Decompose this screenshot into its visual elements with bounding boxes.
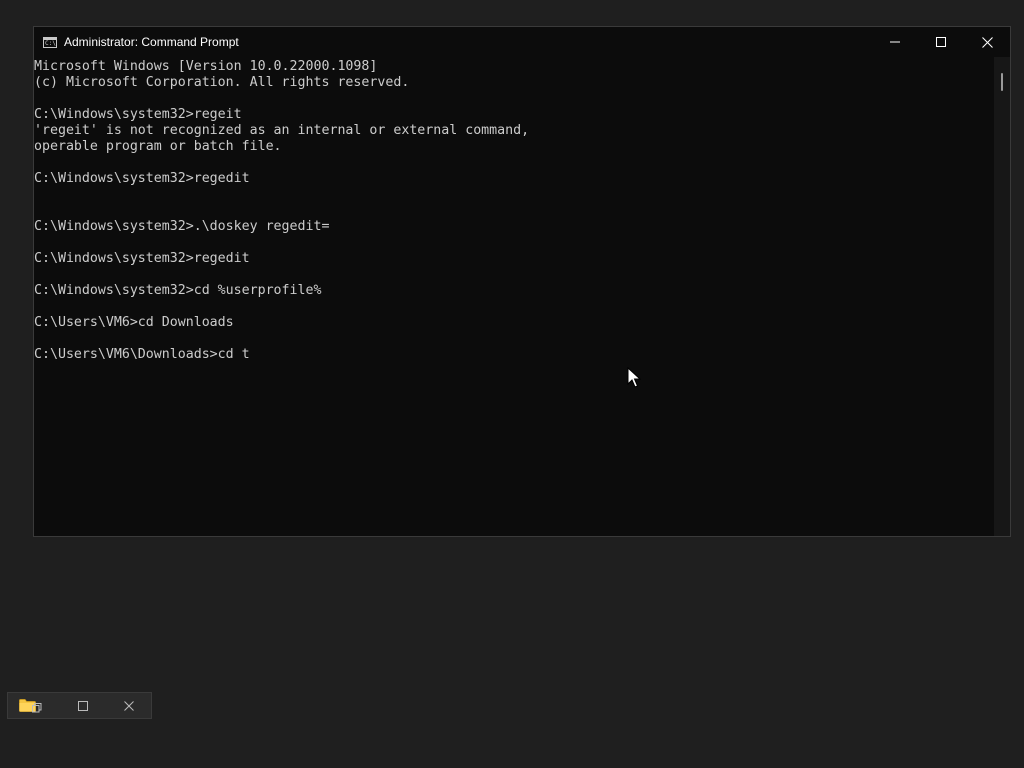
maximize-icon	[936, 37, 946, 47]
console-line: Microsoft Windows [Version 10.0.22000.10…	[34, 59, 378, 74]
console-line: C:\Windows\system32>.\doskey regedit=	[34, 219, 330, 234]
maximize-button[interactable]	[918, 27, 964, 57]
console-prompt-line[interactable]: C:\Users\VM6\Downloads>cd t	[34, 347, 994, 363]
desktop: C:\ Administrator: Command Prompt Micros…	[0, 0, 1024, 768]
console-line: C:\Windows\system32>regeit	[34, 107, 242, 122]
maximize-icon	[78, 700, 88, 711]
console-line: C:\Users\VM6>cd Downloads	[34, 315, 234, 330]
mouse-cursor-icon	[627, 367, 641, 388]
close-button[interactable]	[964, 27, 1010, 57]
minimize-icon	[890, 41, 900, 43]
minimized-window-thumbnail[interactable]	[7, 692, 152, 719]
close-icon	[981, 36, 993, 48]
cmd-icon: C:\	[43, 36, 57, 48]
window-controls	[872, 27, 1010, 57]
console-line: (c) Microsoft Corporation. All rights re…	[34, 75, 410, 90]
window-title: Administrator: Command Prompt	[64, 35, 239, 49]
console-line: C:\Windows\system32>regedit	[34, 251, 250, 266]
console-line: C:\Windows\system32>regedit	[34, 171, 250, 186]
console-line: 'regeit' is not recognized as an interna…	[34, 123, 530, 138]
cmd-icon-glyph: C:\	[45, 39, 56, 47]
restore-icon	[31, 702, 41, 712]
title-bar[interactable]: C:\ Administrator: Command Prompt	[34, 27, 1010, 57]
console-line: operable program or batch file.	[34, 139, 282, 154]
thumbnail-close-button[interactable]	[116, 693, 142, 718]
close-icon	[124, 700, 134, 711]
scrollbar-thumb[interactable]	[1001, 73, 1003, 91]
thumbnail-maximize-button[interactable]	[70, 693, 96, 718]
command-prompt-window[interactable]: C:\ Administrator: Command Prompt Micros…	[33, 26, 1011, 537]
minimize-button[interactable]	[872, 27, 918, 57]
vertical-scrollbar[interactable]	[994, 57, 1010, 536]
console-output[interactable]: Microsoft Windows [Version 10.0.22000.10…	[34, 59, 994, 536]
thumbnail-app-area[interactable]	[14, 693, 46, 718]
console-line: C:\Windows\system32>cd %userprofile%	[34, 283, 322, 298]
